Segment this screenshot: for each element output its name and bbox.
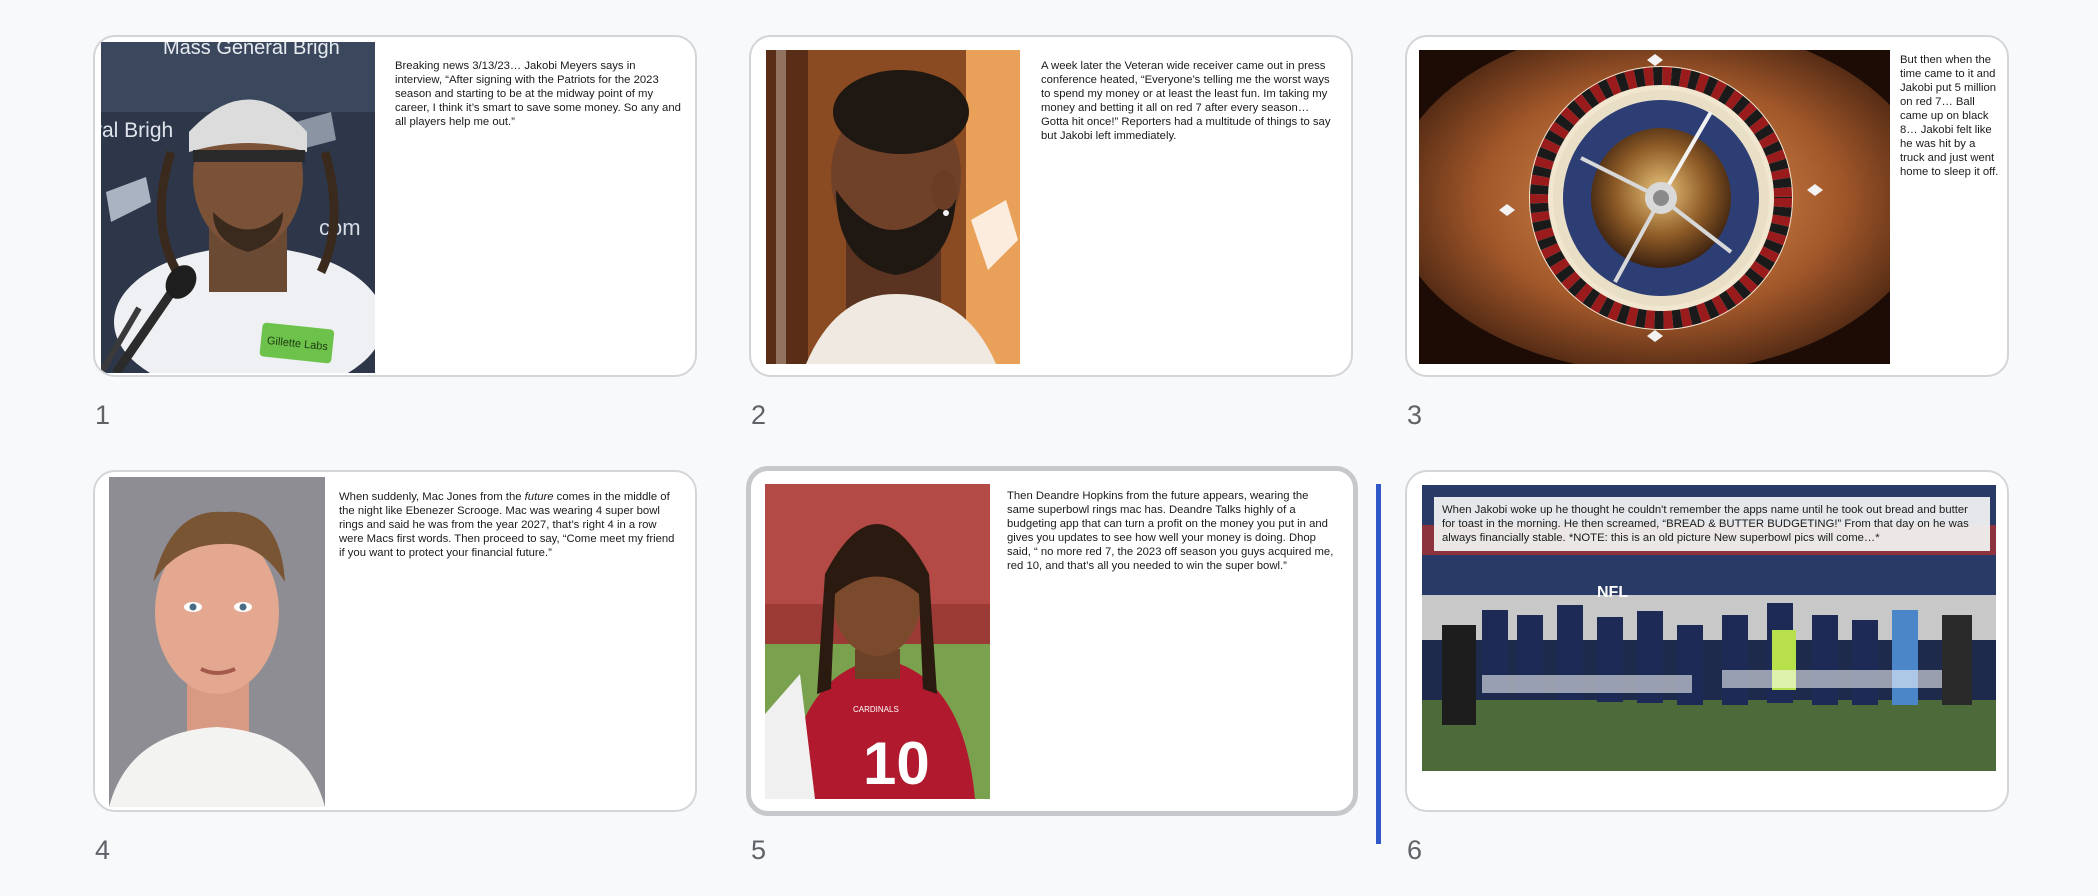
backdrop-text-1: Mass General Brigh [163, 42, 340, 59]
backdrop-text-3: com [319, 215, 361, 240]
slide-5-photo: 10 CARDINALS [765, 484, 990, 799]
stadium-banner-text: NFL [1597, 584, 1628, 601]
slide-2-number: 2 [751, 400, 767, 430]
slide-6-photo: NFL When Jakobi woke up he thought he co… [1422, 485, 1996, 771]
backdrop-text-2: ral Brigh [101, 119, 173, 142]
slide-1-number: 1 [95, 400, 111, 430]
drop-position-indicator [1376, 484, 1381, 844]
slide-3-photo [1419, 50, 1890, 364]
slide-3-number: 3 [1407, 400, 1423, 430]
slide-1-photo: Mass General Brigh ral Brigh com Gillett… [101, 42, 375, 373]
slide-2-caption: A week later the Veteran wide receiver c… [1041, 60, 1331, 142]
caption-part: When suddenly, Mac Jones from the [339, 491, 525, 503]
slide-4-caption: When suddenly, Mac Jones from the future… [339, 490, 683, 560]
slide-card-6[interactable]: NFL When Jakobi woke up he thought he co… [1405, 470, 2009, 812]
slide-5-number: 5 [751, 835, 767, 865]
slide-card-3[interactable]: But then when the time came to it and Ja… [1405, 35, 2009, 377]
slide-3-caption: But then when the time came to it and Ja… [1900, 54, 1999, 178]
slide-2-photo [766, 50, 1020, 364]
caption-emphasis: future [524, 491, 554, 503]
slide-card-4[interactable]: When suddenly, Mac Jones from the future… [93, 470, 697, 812]
jersey-number: 10 [863, 730, 930, 797]
slide-4-number: 4 [95, 835, 111, 865]
slide-5-caption: Then Deandre Hopkins from the future app… [1007, 490, 1334, 572]
slide-6-number: 6 [1407, 835, 1423, 865]
slide-card-5[interactable]: 10 CARDINALS Then Deandre Hopkins from t… [746, 466, 1358, 816]
slide-1-caption: Breaking news 3/13/23… Jakobi Meyers say… [395, 60, 681, 128]
slide-card-2[interactable]: A week later the Veteran wide receiver c… [749, 35, 1353, 377]
slide-6-caption: When Jakobi woke up he thought he couldn… [1434, 497, 1990, 551]
slide-4-photo [109, 477, 325, 807]
slide-card-1[interactable]: Mass General Brigh ral Brigh com Gillett… [93, 35, 697, 377]
jersey-text: CARDINALS [853, 705, 899, 714]
